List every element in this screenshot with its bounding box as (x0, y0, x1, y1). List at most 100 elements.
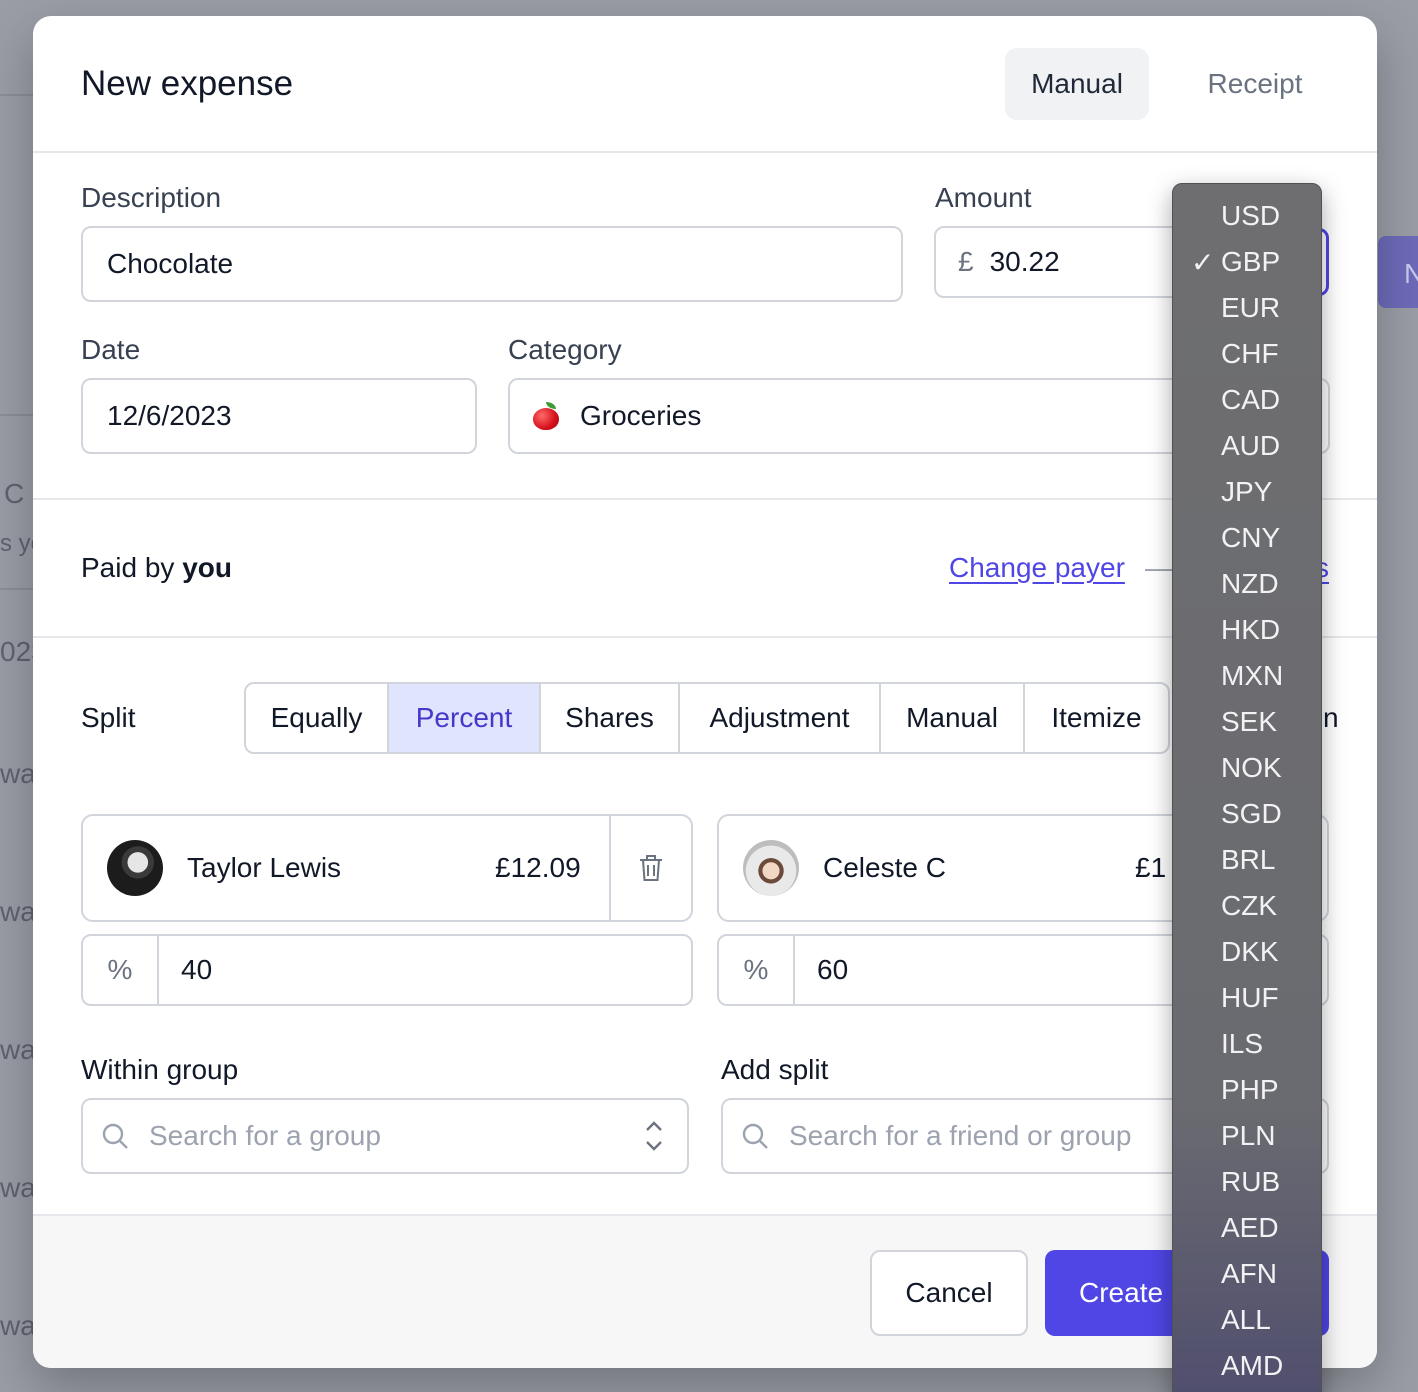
currency-option-mxn[interactable]: MXN (1173, 644, 1321, 691)
modal-header: New expense Manual Receipt (33, 16, 1377, 153)
split-mode-shares[interactable]: Shares (541, 684, 680, 752)
person-amount: £1 (1135, 852, 1167, 883)
currency-option-aed[interactable]: AED (1173, 1196, 1321, 1243)
chevron-up-down-icon (646, 1121, 662, 1151)
description-label: Description (81, 182, 222, 213)
currency-code: ALL (1221, 1304, 1271, 1335)
remove-person-button[interactable] (609, 816, 691, 920)
currency-option-pln[interactable]: PLN (1173, 1104, 1321, 1151)
bg-text-fragment: wa (0, 1172, 36, 1203)
description-input[interactable]: Chocolate (81, 226, 903, 302)
currency-option-sek[interactable]: SEK (1173, 690, 1321, 737)
currency-code: AUD (1221, 430, 1281, 461)
currency-option-afn[interactable]: AFN (1173, 1242, 1321, 1289)
paid-by-prefix: Paid by (81, 552, 175, 583)
currency-code: GBP (1221, 246, 1281, 277)
currency-code: AED (1221, 1212, 1279, 1243)
modal-title: New expense (81, 64, 294, 103)
change-payer-link[interactable]: Change payer (949, 552, 1125, 584)
split-trailing-fragment: n (1323, 702, 1339, 733)
person-amount: £12.09 (495, 852, 581, 883)
currency-option-nzd[interactable]: NZD (1173, 552, 1321, 599)
date-input[interactable]: 12/6/2023 (81, 378, 477, 454)
group-search-input[interactable]: Search for a group (81, 1098, 689, 1174)
currency-code: CZK (1221, 890, 1277, 921)
currency-option-eur[interactable]: EUR (1173, 276, 1321, 323)
add-split-label: Add split (721, 1054, 829, 1085)
currency-code: PLN (1221, 1120, 1276, 1151)
currency-code: HKD (1221, 614, 1281, 645)
currency-code: AFN (1221, 1258, 1277, 1289)
search-icon (102, 1123, 128, 1149)
currency-code: NOK (1221, 752, 1282, 783)
currency-option-brl[interactable]: BRL (1173, 828, 1321, 875)
currency-code: CAD (1221, 384, 1281, 415)
currency-option-usd[interactable]: USD (1173, 184, 1321, 231)
currency-option-czk[interactable]: CZK (1173, 874, 1321, 921)
person-name: Taylor Lewis (187, 852, 342, 883)
category-value: Groceries (580, 400, 702, 431)
currency-code: USD (1221, 200, 1281, 231)
description-value: Chocolate (107, 248, 234, 279)
currency-option-jpy[interactable]: JPY (1173, 460, 1321, 507)
currency-code: ILS (1221, 1028, 1264, 1059)
currency-option-php[interactable]: PHP (1173, 1058, 1321, 1105)
group-search-placeholder: Search for a group (149, 1120, 381, 1151)
avatar (743, 840, 799, 896)
split-mode-percent[interactable]: Percent (389, 684, 541, 752)
currency-code: NZD (1221, 568, 1279, 599)
split-label: Split (81, 702, 136, 733)
currency-code: DKK (1221, 936, 1279, 967)
currency-code: RUB (1221, 1166, 1281, 1197)
currency-option-chf[interactable]: CHF (1173, 322, 1321, 369)
currency-option-ils[interactable]: ILS (1173, 1012, 1321, 1059)
currency-option-amd[interactable]: AMD (1173, 1334, 1321, 1381)
split-mode-equally[interactable]: Equally (246, 684, 389, 752)
search-icon (742, 1123, 768, 1149)
percent-input[interactable]: % 40 (81, 934, 693, 1006)
currency-option-cad[interactable]: CAD (1173, 368, 1321, 415)
currency-code: SEK (1221, 706, 1278, 737)
bg-text-fragment: wa (0, 896, 36, 927)
split-person-card: Taylor Lewis £12.09 (81, 814, 693, 922)
currency-code: SGD (1221, 798, 1282, 829)
currency-code: AMD (1221, 1350, 1284, 1381)
cancel-button[interactable]: Cancel (870, 1250, 1028, 1336)
currency-option-all[interactable]: ALL (1173, 1288, 1321, 1335)
apple-icon (532, 402, 560, 430)
percent-value: 60 (817, 954, 849, 985)
split-mode-adjustment[interactable]: Adjustment (680, 684, 881, 752)
currency-code: PHP (1221, 1074, 1279, 1105)
currency-code: MXN (1221, 660, 1284, 691)
currency-option-cny[interactable]: CNY (1173, 506, 1321, 553)
category-label: Category (508, 334, 622, 365)
percent-symbol: % (719, 936, 795, 1004)
currency-code: JPY (1221, 476, 1273, 507)
amount-value: 30.22 (989, 246, 1060, 277)
person-name: Celeste C (823, 852, 946, 883)
currency-code: HUF (1221, 982, 1279, 1013)
bg-new-button: N (1378, 236, 1418, 308)
date-value: 12/6/2023 (107, 400, 232, 431)
percent-symbol: % (83, 936, 159, 1004)
tab-manual[interactable]: Manual (1005, 48, 1149, 120)
paid-by-text: Paid by you (81, 552, 232, 584)
currency-option-hkd[interactable]: HKD (1173, 598, 1321, 645)
split-mode-selector: Equally Percent Shares Adjustment Manual… (244, 682, 1170, 754)
currency-option-sgd[interactable]: SGD (1173, 782, 1321, 829)
friend-search-placeholder: Search for a friend or group (789, 1120, 1132, 1151)
checkmark-icon: ✓ (1191, 247, 1215, 278)
percent-value: 40 (181, 954, 213, 985)
currency-code: CHF (1221, 338, 1279, 369)
currency-option-rub[interactable]: RUB (1173, 1150, 1321, 1197)
split-mode-itemize[interactable]: Itemize (1025, 684, 1168, 752)
bg-text-fragment: wa (0, 1034, 36, 1065)
currency-option-nok[interactable]: NOK (1173, 736, 1321, 783)
currency-option-huf[interactable]: HUF (1173, 966, 1321, 1013)
currency-option-aud[interactable]: AUD (1173, 414, 1321, 461)
bg-text-fragment: C (4, 478, 25, 509)
currency-option-dkk[interactable]: DKK (1173, 920, 1321, 967)
currency-option-gbp[interactable]: ✓ GBP (1173, 230, 1321, 278)
tab-receipt[interactable]: Receipt (1183, 48, 1327, 120)
split-mode-manual[interactable]: Manual (881, 684, 1025, 752)
